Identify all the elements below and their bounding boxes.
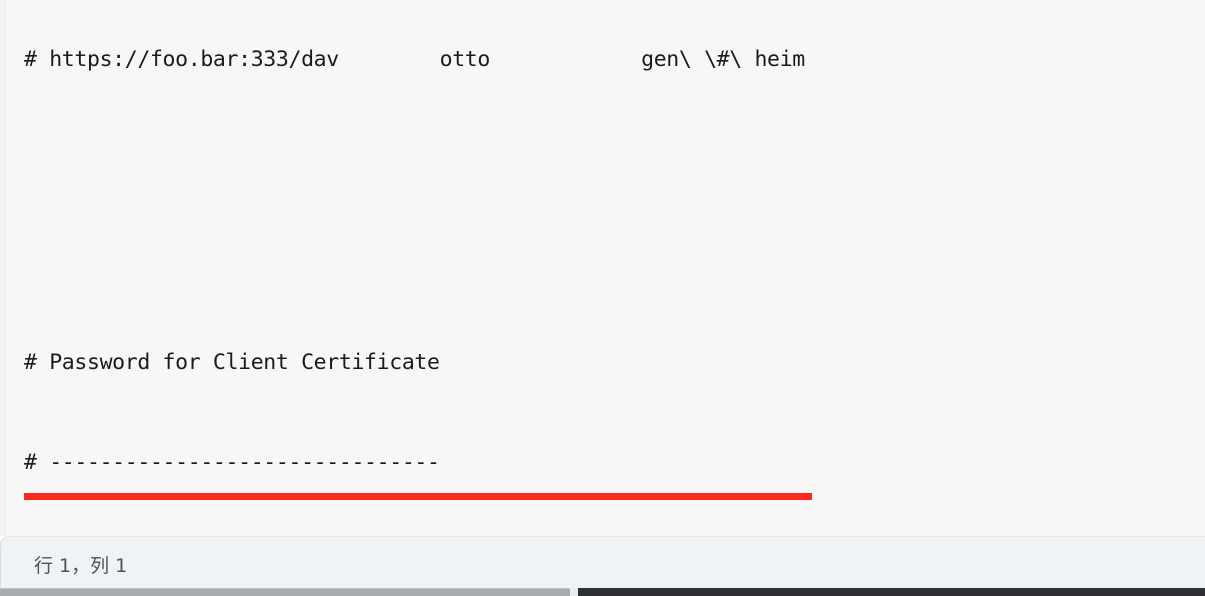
code-line[interactable]: # Password for Client Certificate: [24, 346, 1204, 380]
horizontal-scrollbar[interactable]: [0, 588, 1205, 596]
editor-left-edge: [0, 0, 6, 536]
horizontal-scrollbar-thumb[interactable]: [0, 588, 570, 596]
code-line[interactable]: # https://foo.bar:333/dav otto gen\ \#\ …: [24, 43, 1204, 77]
status-bar: 行 1，列 1: [0, 536, 1205, 588]
horizontal-scrollbar-gap: [570, 588, 578, 596]
cursor-position-label: 行 1，列 1: [34, 555, 128, 577]
code-line[interactable]: [24, 144, 1204, 178]
text-editor-pane[interactable]: # https://foo.bar:333/dav otto gen\ \#\ …: [0, 0, 1205, 536]
red-underline-annotation: [24, 493, 812, 500]
code-line[interactable]: [24, 245, 1204, 279]
code-text-area[interactable]: # https://foo.bar:333/dav otto gen\ \#\ …: [24, 0, 1204, 536]
code-line[interactable]: # -------------------------------: [24, 446, 1204, 480]
